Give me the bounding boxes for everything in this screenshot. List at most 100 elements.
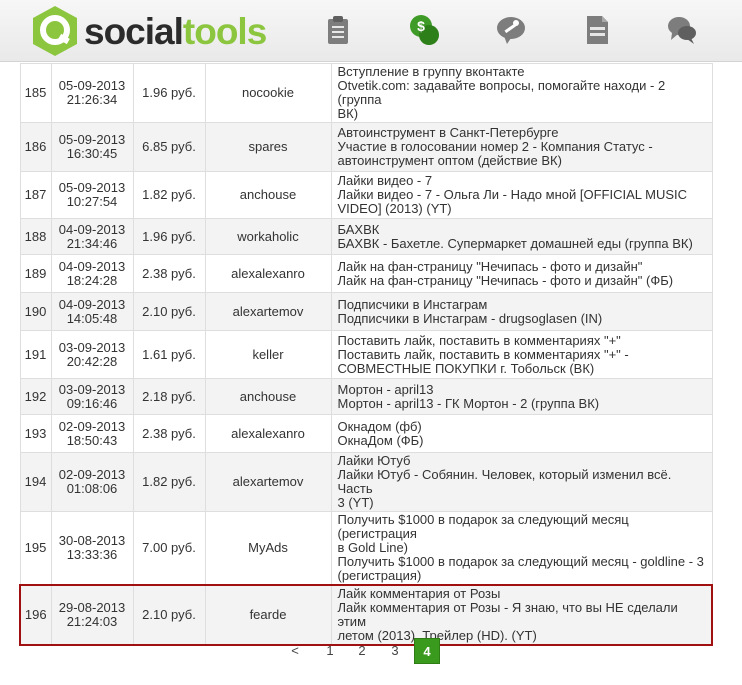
row-date: 29-08-2013 [58,600,126,615]
table-row: 187 05-09-2013 10:27:54 1.82 руб. anchouse Ла… [19,171,713,219]
row-time: 10:27:54 [66,194,118,209]
row-date: 05-09-2013 [58,132,126,147]
page-link-2[interactable]: 2 [352,638,372,664]
row-user-cell: alexalexanro [204,414,332,453]
row-user-cell: keller [204,330,332,379]
row-price: 2.18 руб. [142,388,196,404]
row-user-cell: alexartemov [204,292,332,331]
row-time: 18:24:28 [66,272,118,288]
row-description-cell: Автоинструмент в Санкт-Петербурге Участие… [330,122,713,172]
row-id-cell: 192 [19,378,52,415]
row-time: 18:50:43 [66,432,118,448]
row-price-cell: 1.82 руб. [132,171,206,219]
row-user-cell: anchouse [204,378,332,415]
nav-tasks[interactable] [320,12,356,48]
row-description-line: Подписчики в Инстаграм [337,296,488,312]
table-row: 196 29-08-2013 21:24:03 2.10 руб. fearde Лайк… [19,584,713,646]
nav-tools[interactable] [493,12,529,48]
row-time: 21:26:34 [66,92,118,107]
row-description-cell: БАХВК БАХВК - Бахетле. Супермаркет домашн… [330,218,713,255]
row-id-cell: 185 [19,63,52,123]
row-description-line: Подписчики в Инстаграм - drugsoglasen (I… [337,310,603,326]
row-description-line: автоинструмент оптом (действие ВК) [337,153,562,168]
row-price: 1.61 руб. [142,346,196,362]
row-price-cell: 2.18 руб. [132,378,206,415]
row-description-line: Лайки Ютуб - Собянин. Человек, который и… [337,467,672,496]
row-description-cell: Получить $1000 в подарок за следующий ме… [330,511,713,586]
row-description-line: Лайки видео - 7 - Ольга Ли - Надо мной [… [337,187,688,202]
table-row: 192 03-09-2013 09:16:46 2.18 руб. anchouse Мо… [19,378,713,415]
row-price: 2.10 руб. [142,607,196,622]
row-user-cell: MyAds [204,511,332,586]
row-price: 2.38 руб. [142,425,196,441]
row-price-cell: 1.96 руб. [132,63,206,123]
row-username: MyAds [248,540,288,555]
page-link-3[interactable]: 3 [385,638,405,664]
nav-documents[interactable] [579,12,615,48]
row-date: 03-09-2013 [58,339,126,355]
row-id: 195 [24,540,47,555]
prev-page-button[interactable]: < [285,638,305,664]
page-link-1[interactable]: 1 [320,638,340,664]
table-row: 193 02-09-2013 18:50:43 2.38 руб. alexalexan… [19,414,713,453]
table-row: 189 04-09-2013 18:24:28 2.38 руб. alexalexan… [19,254,713,293]
row-date: 05-09-2013 [58,78,126,93]
row-price-cell: 2.38 руб. [132,254,206,293]
row-id: 194 [24,474,47,489]
table-row: 191 03-09-2013 20:42:28 1.61 руб. keller Пост… [19,330,713,379]
row-username: anchouse [239,388,297,404]
row-description-line: Мортон - april13 [337,381,434,397]
row-user-cell: nocookie [204,63,332,123]
table-row: 195 30-08-2013 13:33:36 7.00 руб. MyAds Получ… [19,511,713,586]
row-description-line: Вступление в группу вконтакте [337,64,525,79]
row-price: 1.82 руб. [142,187,196,202]
row-time: 21:24:03 [66,614,118,629]
nav-messages[interactable] [664,12,700,48]
clipboard-icon [328,16,348,44]
row-id: 188 [24,228,47,244]
document-icon [587,16,608,44]
row-id: 191 [24,346,47,362]
row-id-cell: 191 [19,330,52,379]
row-description-line: Поставить лайк, поставить в комментариях… [337,346,629,362]
row-time: 20:42:28 [66,353,118,369]
row-username: spares [248,139,288,154]
row-id-cell: 196 [19,584,52,646]
row-date-cell: 05-09-2013 21:26:34 [50,63,134,123]
row-description-line: Лайк на фан-страницу "Нечипась - фото и … [337,272,674,288]
row-description-line: Лайки видео - 7 [337,173,433,188]
row-username: nocookie [241,85,295,100]
row-price: 1.82 руб. [142,474,196,489]
table-row: 185 05-09-2013 21:26:34 1.96 руб. nocookie Вс… [19,63,713,123]
page-link-4-current[interactable]: 4 [414,638,440,664]
row-description-line: Окнадом (фб) [337,418,422,434]
row-description-line: VIDEO] (2013) (YT) [337,201,452,216]
row-id: 187 [24,187,47,202]
row-price-cell: 7.00 руб. [132,511,206,586]
row-user-cell: alexalexanro [204,254,332,293]
row-description-line: БАХВК [337,221,380,237]
row-user-cell: alexartemov [204,452,332,512]
row-time: 16:30:45 [66,146,118,161]
row-price-cell: 2.10 руб. [132,584,206,646]
row-date: 02-09-2013 [58,418,126,434]
row-description-cell: Лайки Ютуб Лайки Ютуб - Собянин. Человек,… [330,452,713,512]
row-price-cell: 1.82 руб. [132,452,206,512]
nav-finance[interactable]: $ [406,12,442,48]
row-id: 196 [24,607,47,622]
row-description-line: СОВМЕСТНЫЕ ПОКУПКИ г. Тобольск (ВК) [337,360,595,376]
row-description-line: Получить $1000 в подарок за следующий ме… [337,512,629,541]
row-price: 7.00 руб. [142,540,196,555]
row-description-cell: Мортон - april13 Мортон - april13 - ГК Мо… [330,378,713,415]
row-time: 01:08:06 [66,481,118,496]
row-id: 193 [24,425,47,441]
row-username: anchouse [239,187,297,202]
row-description-line: Otvetik.com: задавайте вопросы, помогайт… [337,78,666,107]
row-user-cell: fearde [204,584,332,646]
row-description-cell: Вступление в группу вконтакте Otvetik.com… [330,63,713,123]
row-description-line: Получить $1000 в подарок за следующий ме… [337,554,704,569]
row-price: 1.96 руб. [142,85,196,100]
row-price-cell: 6.85 руб. [132,122,206,172]
row-username: alexartemov [232,303,304,319]
wrench-icon [497,17,525,44]
